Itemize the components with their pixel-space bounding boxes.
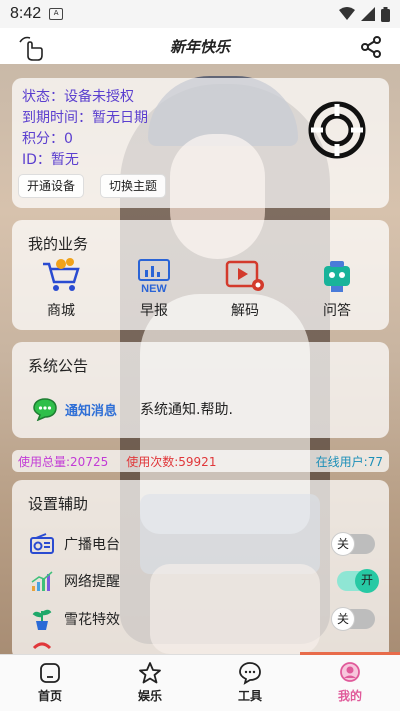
usage-stats-bar: 使用总量:20725 使用次数:59921 在线用户:77 (12, 450, 389, 472)
business-item-label: 商城 (47, 303, 75, 319)
battery-icon (381, 6, 390, 22)
svg-text:NEW: NEW (141, 283, 167, 294)
setting-row-snow: 雪花特效 关 (30, 604, 375, 634)
setting-label: 雪花特效 (64, 612, 120, 628)
bottom-tab-bar: 首页 娱乐 工具 我的 (0, 652, 400, 711)
active-tab-indicator (300, 652, 400, 655)
wifi-icon (339, 7, 355, 20)
device-info-card: 状态：设备未授权 到期时间：暂无日期 积分：0 ID：暂无 开通设备 切换主题 (12, 78, 389, 208)
robot-icon (324, 261, 350, 292)
star-icon (139, 662, 161, 684)
activate-device-button[interactable]: 开通设备 (18, 174, 85, 198)
business-item-label: 解码 (231, 303, 259, 319)
network-toggle[interactable]: 开 (337, 569, 379, 593)
tap-hand-icon[interactable] (16, 34, 46, 62)
tab-home[interactable]: 首页 (0, 655, 100, 711)
usage-count: 使用次数:59921 (126, 454, 217, 469)
tab-entertainment[interactable]: 娱乐 (100, 655, 200, 711)
status-time: 8:42 (10, 5, 42, 22)
app-bar: 新年快乐 (0, 28, 400, 64)
business-item-shop[interactable]: 商城 (26, 258, 96, 320)
setting-row-network: 网络提醒 开 (30, 566, 379, 596)
radio-toggle[interactable]: 关 (331, 532, 375, 556)
device-id: ID：暂无 (22, 152, 79, 168)
points: 积分：0 (22, 131, 73, 147)
partial-icon (32, 642, 52, 650)
plant-icon (32, 609, 52, 630)
status-icons (339, 6, 390, 22)
business-item-label: 早报 (140, 303, 168, 319)
chat-bubble-icon (33, 398, 57, 421)
online-users: 在线用户:77 (315, 454, 383, 469)
shopping-cart-icon (43, 258, 80, 291)
video-decode-icon (225, 260, 264, 291)
notice-tag: 通知消息 (65, 404, 118, 419)
home-icon (40, 663, 60, 683)
tab-label: 工具 (237, 689, 262, 703)
settings-title: 设置辅助 (28, 495, 89, 513)
app-title: 新年快乐 (169, 37, 230, 56)
my-business-card: 我的业务 商城 NEW 早报 解码 问答 (12, 220, 389, 330)
settings-card: 设置辅助 广播电台 关 网络提醒 开 雪花特效 关 (12, 480, 389, 660)
business-title: 我的业务 (28, 235, 89, 253)
expiry-date: 到期时间：暂无日期 (22, 110, 148, 126)
tab-label: 首页 (37, 689, 62, 703)
cell-signal-icon (361, 7, 375, 21)
business-item-label: 问答 (323, 303, 351, 319)
snow-toggle[interactable]: 关 (331, 607, 375, 631)
business-item-news[interactable]: NEW 早报 (119, 258, 189, 320)
notice-message[interactable]: 系统通知.帮助. (140, 399, 233, 419)
tab-label: 我的 (337, 689, 362, 703)
setting-row-radio: 广播电台 关 (30, 529, 375, 559)
notice-title: 系统公告 (28, 357, 89, 375)
setting-label: 广播电台 (64, 537, 120, 553)
radio-icon (30, 533, 54, 554)
notification-icon: A (49, 8, 64, 20)
tab-mine[interactable]: 我的 (300, 655, 400, 711)
system-notice-card: 系统公告 通知消息 系统通知.帮助. (12, 342, 389, 438)
signal-bars-icon (31, 571, 53, 591)
status-bar: 8:42 A (0, 0, 400, 28)
lifebuoy-icon[interactable] (307, 100, 367, 160)
news-icon: NEW (138, 259, 170, 294)
share-icon[interactable] (360, 36, 382, 58)
tab-tools[interactable]: 工具 (200, 655, 300, 711)
total-usage: 使用总量:20725 (18, 454, 109, 469)
setting-label: 网络提醒 (64, 574, 120, 590)
business-item-decode[interactable]: 解码 (210, 258, 280, 320)
device-status: 状态：设备未授权 (22, 89, 134, 105)
switch-theme-button[interactable]: 切换主题 (100, 174, 167, 198)
profile-icon (340, 662, 360, 682)
chat-bubble-icon (239, 662, 261, 685)
tab-label: 娱乐 (137, 689, 162, 703)
business-item-qa[interactable]: 问答 (302, 258, 372, 320)
